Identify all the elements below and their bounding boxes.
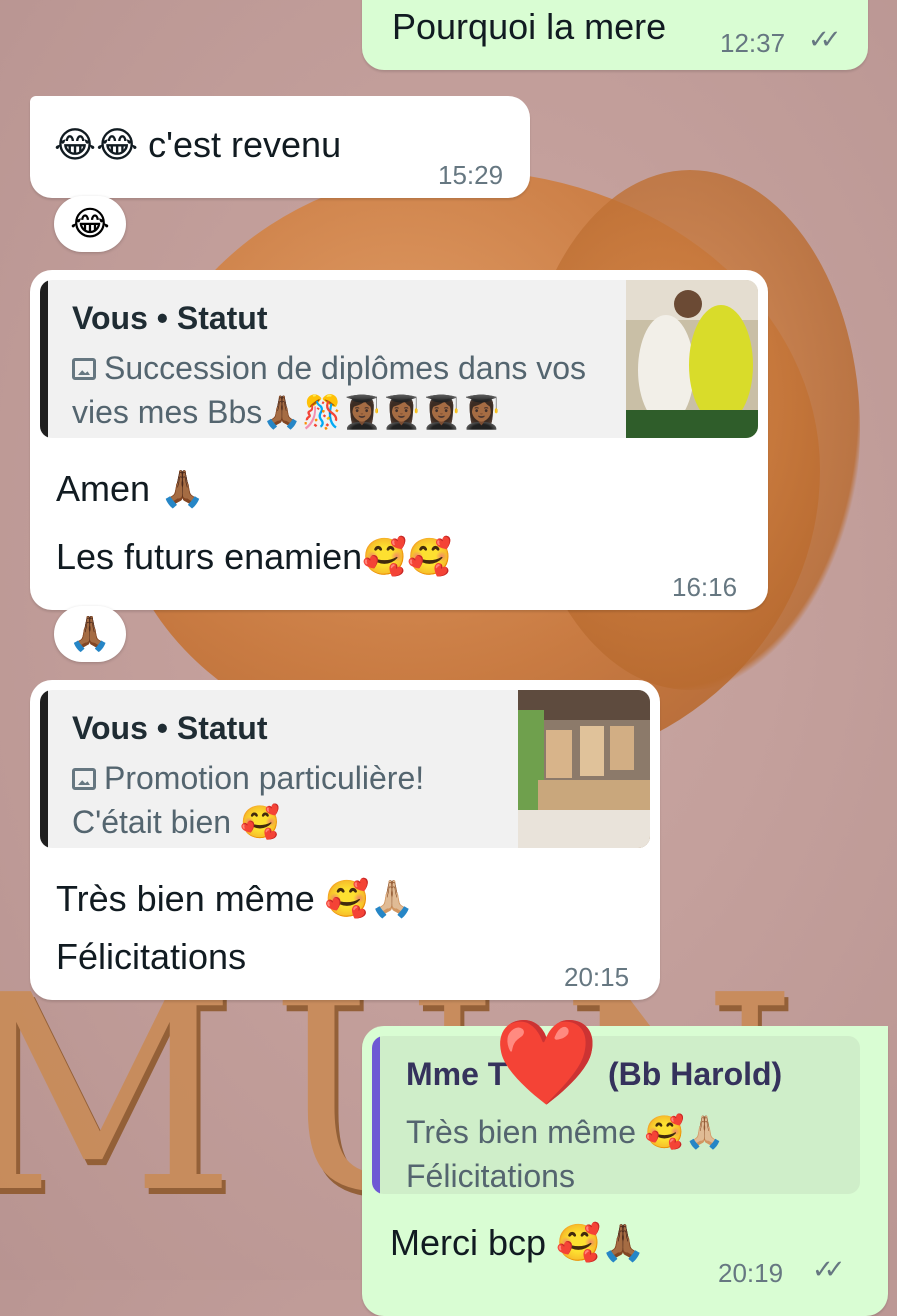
quote-text: Succession de diplômes dans vos vies mes… [72, 346, 612, 434]
wallpaper-letter: M [0, 937, 237, 1252]
message-time: 16:16 [672, 572, 738, 602]
message-text-line: Amen 🙏🏾 [56, 468, 205, 509]
quote-author: Mme T [406, 1056, 508, 1092]
message-time: 12:37 [720, 28, 786, 58]
status-thumbnail-image [626, 280, 758, 438]
message-bubble-incoming[interactable]: 😂😂 c'est revenu 15:29 [30, 96, 530, 198]
message-text-line: Félicitations [56, 936, 247, 977]
message-text-line: Très bien même 🥰🙏🏼 [56, 878, 415, 919]
status-thumbnail [518, 690, 650, 848]
read-receipt-icon: ✓✓ [808, 24, 841, 54]
message-text: Pourquoi la mere [392, 6, 667, 47]
message-time: 20:19 [718, 1258, 784, 1288]
quote-text: Promotion particulière! C'était bien 🥰 [72, 756, 512, 844]
quote-text-line: Promotion particulière! [104, 760, 425, 796]
message-bubble-incoming[interactable]: Vous • Statut Promotion particulière! C'… [30, 680, 660, 1000]
quoted-message[interactable]: Mme T (Bb Harold) Très bien même 🥰🙏🏼 Fél… [372, 1036, 860, 1194]
quote-author: Vous • Statut [72, 710, 268, 746]
reaction-badge[interactable]: 🙏🏾 [54, 606, 126, 662]
quote-text-line: Félicitations [406, 1158, 575, 1194]
status-thumbnail [626, 280, 758, 438]
status-thumbnail-image [518, 690, 650, 848]
read-receipt-icon: ✓✓ [812, 1254, 845, 1284]
quote-text-line: C'était bien 🥰 [72, 804, 280, 840]
message-text: Merci bcp 🥰🙏🏾 [390, 1222, 646, 1263]
reaction-badge[interactable]: 😂 [54, 196, 126, 252]
quote-accent-bar [372, 1036, 380, 1194]
quoted-status[interactable]: Vous • Statut Promotion particulière! C'… [40, 690, 650, 848]
heart-sticker: ❤️ [494, 1015, 599, 1109]
quote-accent-bar [40, 280, 48, 438]
message-time: 15:29 [438, 160, 504, 190]
message-text: 😂😂 c'est revenu [54, 124, 342, 165]
message-bubble-outgoing[interactable]: Mme T (Bb Harold) Très bien même 🥰🙏🏼 Fél… [362, 1020, 888, 1316]
message-text-line: Les futurs enamien🥰🥰 [56, 536, 452, 577]
message-time: 20:15 [564, 962, 630, 992]
quote-text: Très bien même 🥰🙏🏼 Félicitations [406, 1110, 846, 1194]
quote-text-line: Très bien même 🥰🙏🏼 [406, 1114, 725, 1150]
quote-accent-bar [40, 690, 48, 848]
quote-author: Vous • Statut [72, 300, 268, 336]
quoted-status[interactable]: Vous • Statut Succession de diplômes dan… [40, 280, 758, 438]
image-icon [72, 768, 96, 790]
quote-author-suffix: (Bb Harold) [608, 1056, 783, 1092]
message-bubble-outgoing[interactable]: Pourquoi la mere 12:37 ✓✓ [362, 0, 868, 70]
message-bubble-incoming[interactable]: Vous • Statut Succession de diplômes dan… [30, 270, 768, 610]
image-icon [72, 358, 96, 380]
quote-text-content: Succession de diplômes dans vos vies mes… [72, 350, 587, 430]
